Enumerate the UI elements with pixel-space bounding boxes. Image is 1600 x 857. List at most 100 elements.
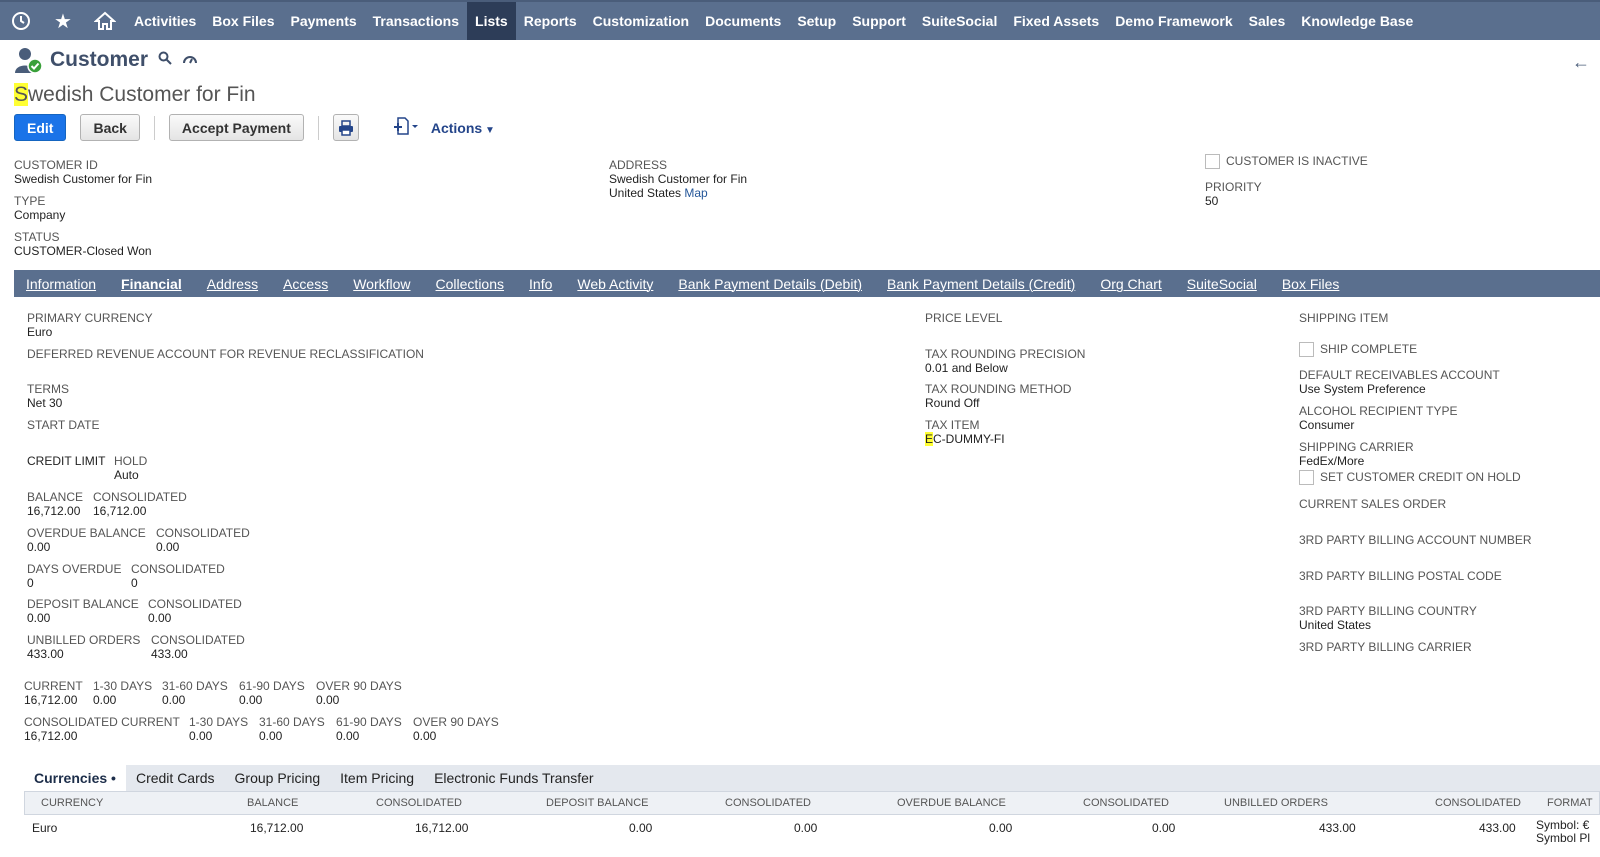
shipping-carrier-label: SHIPPING CARRIER (1299, 440, 1414, 454)
cell-deposit-balance: 0.00 (629, 821, 653, 835)
tab-web-activity[interactable]: Web Activity (577, 276, 665, 292)
credit-hold-checkbox[interactable] (1299, 470, 1314, 486)
financial-subtabs: Currencies Credit Cards Group Pricing It… (24, 765, 1600, 791)
home-icon[interactable] (84, 2, 126, 40)
third-party-account-label: 3RD PARTY BILLING ACCOUNT NUMBER (1299, 533, 1532, 547)
nav-sales[interactable]: Sales (1241, 2, 1294, 40)
subtab-currencies[interactable]: Currencies (24, 765, 126, 791)
tax-rounding-method-label: TAX ROUNDING METHOD (925, 382, 1072, 396)
terms-value: Net 30 (27, 396, 63, 410)
tab-access[interactable]: Access (283, 276, 340, 292)
format-symbol: Symbol: € (1536, 818, 1590, 832)
col-header: FORMAT (1547, 797, 1593, 809)
record-title-rest: wedish Customer for Fin (28, 83, 256, 106)
alcohol-recipient-value: Consumer (1299, 418, 1355, 432)
ship-complete-label: SHIP COMPLETE (1320, 342, 1418, 356)
nav-reports[interactable]: Reports (516, 2, 585, 40)
aging-31-60: 31-60 DAYS 0.00 (162, 679, 228, 707)
nav-setup[interactable]: Setup (789, 2, 844, 40)
nav-payments[interactable]: Payments (283, 2, 365, 40)
aging-label: OVER 90 DAYS (316, 679, 402, 693)
cell-overdue-balance: 0.00 (989, 821, 1013, 835)
subtab-eft[interactable]: Electronic Funds Transfer (424, 765, 604, 791)
tab-info[interactable]: Info (529, 276, 564, 292)
customer-id-value: Swedish Customer for Fin (14, 172, 153, 186)
aging-label: OVER 90 DAYS (413, 715, 499, 729)
divider (317, 115, 319, 140)
tax-rounding-method-field: TAX ROUNDING METHOD Round Off (925, 382, 1071, 410)
customer-inactive-label: CUSTOMER IS INACTIVE (1226, 154, 1368, 168)
nav-documents[interactable]: Documents (697, 2, 789, 40)
tab-financial[interactable]: Financial (121, 276, 194, 292)
nav-support[interactable]: Support (844, 2, 914, 40)
tab-bank-payment-debit[interactable]: Bank Payment Details (Debit) (678, 276, 874, 292)
nav-suitesocial[interactable]: SuiteSocial (914, 2, 1005, 40)
nav-transactions[interactable]: Transactions (365, 2, 467, 40)
tab-information[interactable]: Information (26, 276, 108, 292)
subtab-item-pricing[interactable]: Item Pricing (330, 765, 424, 791)
tab-bank-payment-credit[interactable]: Bank Payment Details (Credit) (887, 276, 1087, 292)
deferred-revenue-field: DEFERRED REVENUE ACCOUNT FOR REVENUE REC… (27, 347, 424, 361)
type-field: TYPE Company (14, 194, 65, 222)
new-document-menu[interactable] (393, 117, 419, 138)
shortcuts-star-icon[interactable]: ★ (42, 2, 84, 40)
dashboard-gauge-icon[interactable] (182, 52, 198, 69)
status-value: CUSTOMER-Closed Won (14, 244, 152, 258)
consolidated-label: CONSOLIDATED (131, 562, 225, 576)
nav-box-files[interactable]: Box Files (204, 2, 282, 40)
back-arrow-icon[interactable]: ← (1572, 52, 1590, 73)
table-row[interactable]: Euro 16,712.00 16,712.00 0.00 0.00 0.00 … (24, 815, 1600, 845)
default-ar-field: DEFAULT RECEIVABLES ACCOUNT Use System P… (1299, 368, 1500, 396)
tab-box-files[interactable]: Box Files (1282, 276, 1352, 292)
nav-knowledge-base[interactable]: Knowledge Base (1293, 2, 1421, 40)
tax-item-first-letter: E (925, 432, 934, 446)
nav-demo-framework[interactable]: Demo Framework (1107, 2, 1240, 40)
cons-aging-61-90: 61-90 DAYS 0.00 (336, 715, 402, 743)
tab-org-chart[interactable]: Org Chart (1100, 276, 1173, 292)
price-level-field: PRICE LEVEL (925, 311, 1002, 325)
map-link[interactable]: Map (684, 186, 707, 200)
search-icon[interactable] (158, 51, 172, 69)
col-header: CONSOLIDATED (1435, 797, 1521, 809)
back-button[interactable]: Back (80, 114, 140, 141)
print-button[interactable] (332, 114, 359, 141)
tax-rounding-precision-label: TAX ROUNDING PRECISION (925, 347, 1086, 361)
overdue-balance-field: OVERDUE BALANCE 0.00 (27, 526, 146, 554)
unbilled-consolidated-value: 433.00 (151, 647, 188, 661)
tab-collections[interactable]: Collections (436, 276, 516, 292)
subtab-bar: Information Financial Address Access Wor… (14, 270, 1600, 297)
tab-suitesocial[interactable]: SuiteSocial (1187, 276, 1269, 292)
ship-complete-checkbox[interactable] (1299, 342, 1314, 358)
recent-records-icon[interactable] (0, 2, 42, 40)
aging-value: 16,712.00 (24, 693, 78, 707)
subtab-credit-cards[interactable]: Credit Cards (126, 765, 225, 791)
nav-customization[interactable]: Customization (585, 2, 697, 40)
tab-address[interactable]: Address (207, 276, 270, 292)
ship-complete-field: SHIP COMPLETE (1299, 342, 1418, 358)
aging-value: 0.00 (413, 729, 437, 743)
start-date-label: START DATE (27, 418, 100, 432)
nav-lists[interactable]: Lists (467, 2, 516, 40)
nav-fixed-assets[interactable]: Fixed Assets (1005, 2, 1107, 40)
aging-label: 31-60 DAYS (162, 679, 228, 693)
col-header: UNBILLED ORDERS (1224, 797, 1328, 809)
subtab-group-pricing[interactable]: Group Pricing (225, 765, 331, 791)
price-level-label: PRICE LEVEL (925, 311, 1003, 325)
actions-menu[interactable]: Actions ▼ (431, 120, 495, 136)
edit-button[interactable]: Edit (14, 114, 67, 141)
tax-rounding-precision-value: 0.01 and Below (925, 361, 1008, 375)
tax-item-field: TAX ITEM EC-DUMMY-FI (925, 418, 1005, 446)
col-header: BALANCE (247, 797, 299, 809)
deferred-revenue-label: DEFERRED REVENUE ACCOUNT FOR REVENUE REC… (27, 347, 424, 361)
cell-consolidated: 0.00 (794, 821, 818, 835)
customer-inactive-checkbox[interactable] (1205, 154, 1220, 170)
aging-value: 0.00 (316, 693, 340, 707)
accept-payment-button[interactable]: Accept Payment (168, 114, 304, 141)
col-header: CONSOLIDATED (376, 797, 462, 809)
cell-consolidated: 0.00 (1152, 821, 1176, 835)
nav-activities[interactable]: Activities (126, 2, 204, 40)
col-header: DEPOSIT BALANCE (546, 797, 649, 809)
credit-limit-label: CREDIT LIMIT (27, 454, 106, 468)
cell-currency: Euro (32, 821, 58, 835)
tab-workflow[interactable]: Workflow (353, 276, 422, 292)
